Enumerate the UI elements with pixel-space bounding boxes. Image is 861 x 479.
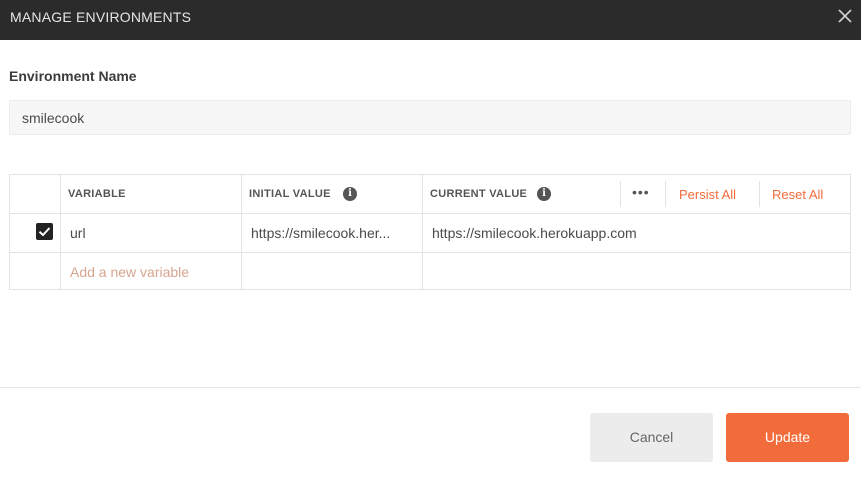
dialog-titlebar: MANAGE ENVIRONMENTS	[0, 0, 861, 40]
row-divider	[10, 213, 850, 214]
initial-value-cell[interactable]: https://smilecook.her...	[251, 225, 390, 241]
reset-all-link[interactable]: Reset All	[772, 187, 823, 202]
column-divider	[241, 175, 242, 289]
header-separator	[620, 181, 621, 207]
add-variable-input[interactable]: Add a new variable	[70, 264, 189, 280]
current-value-info-icon[interactable]: i	[537, 187, 551, 201]
column-divider	[60, 175, 61, 289]
persist-all-link[interactable]: Persist All	[679, 187, 736, 202]
variable-name-cell[interactable]: url	[70, 225, 86, 241]
checkmark-icon	[38, 227, 51, 237]
variables-table: VARIABLE INITIAL VALUE i CURRENT VALUE i…	[9, 174, 851, 290]
initial-value-info-icon[interactable]: i	[343, 187, 357, 201]
header-separator	[759, 181, 760, 207]
row-divider	[10, 252, 850, 253]
header-current-value: CURRENT VALUE	[430, 188, 528, 200]
header-separator	[665, 181, 666, 207]
current-value-cell[interactable]: https://smilecook.herokuapp.com	[432, 225, 637, 241]
cancel-button[interactable]: Cancel	[590, 413, 713, 462]
close-icon[interactable]	[833, 4, 857, 28]
update-button[interactable]: Update	[726, 413, 849, 462]
row-enabled-checkbox[interactable]	[36, 223, 53, 240]
header-variable: VARIABLE	[68, 188, 126, 200]
column-divider	[422, 175, 423, 289]
footer-divider	[0, 387, 861, 388]
header-initial-value: INITIAL VALUE	[249, 188, 331, 200]
dialog-title: MANAGE ENVIRONMENTS	[10, 9, 192, 25]
environment-name-input[interactable]	[9, 100, 851, 135]
environment-name-label: Environment Name	[9, 68, 137, 84]
more-options-icon[interactable]: •••	[632, 184, 650, 200]
